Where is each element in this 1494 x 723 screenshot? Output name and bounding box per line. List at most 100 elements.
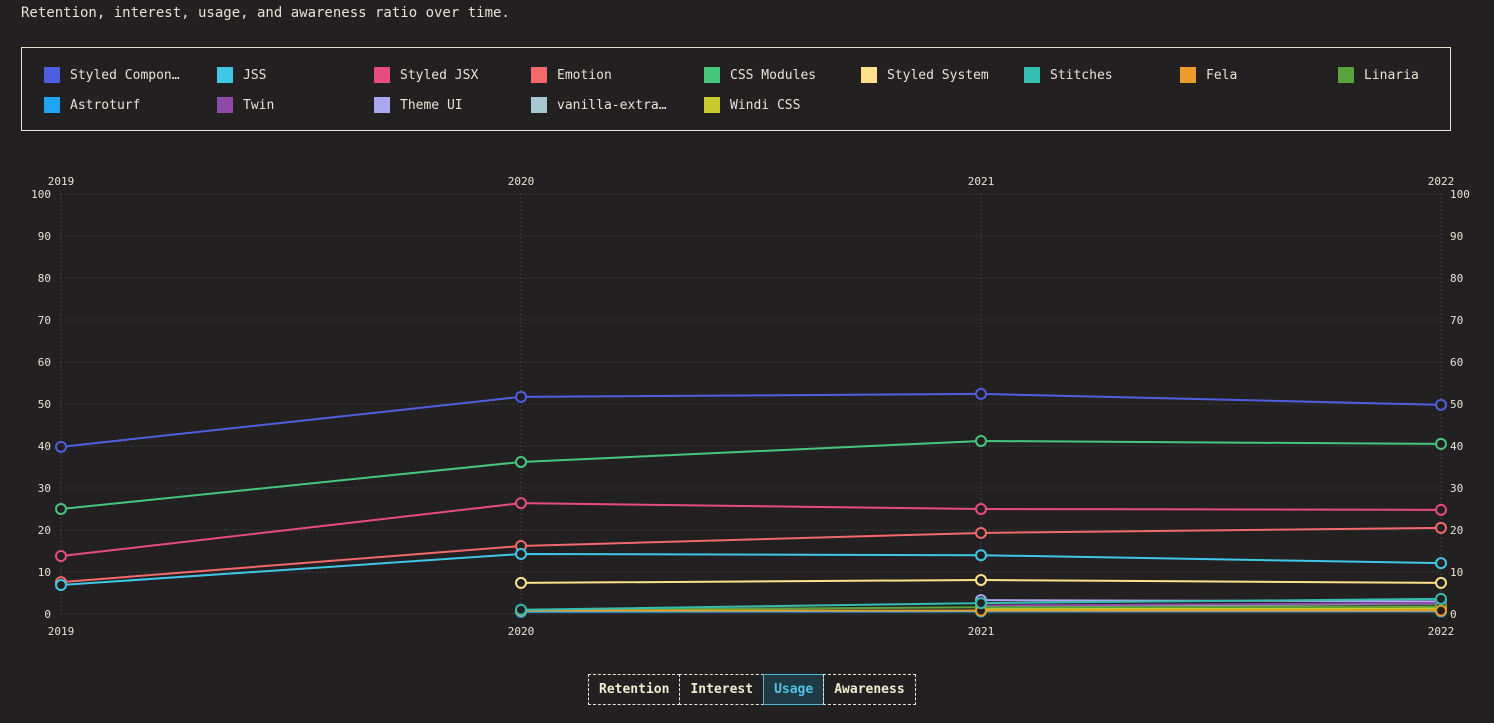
legend-label: Astroturf bbox=[70, 97, 141, 113]
y-tick-label-left: 90 bbox=[38, 230, 51, 243]
y-tick-label-left: 10 bbox=[38, 566, 51, 579]
data-point bbox=[55, 550, 67, 563]
legend-swatch bbox=[704, 97, 720, 113]
legend-item[interactable]: Styled System bbox=[861, 66, 989, 84]
y-tick-label-right: 20 bbox=[1450, 524, 1463, 537]
legend-item[interactable]: Theme UI bbox=[374, 96, 463, 114]
y-tick-label-left: 80 bbox=[38, 272, 51, 285]
tab-interest[interactable]: Interest bbox=[679, 674, 765, 705]
legend-item[interactable]: JSS bbox=[217, 66, 266, 84]
data-point bbox=[975, 503, 987, 515]
legend-swatch bbox=[531, 67, 547, 83]
data-point bbox=[1435, 604, 1447, 617]
y-tick-label-left: 40 bbox=[38, 440, 51, 453]
data-point bbox=[975, 573, 987, 586]
legend: Styled Compon… JSS Styled JSX Emotion CSS Mo… bbox=[21, 47, 1451, 131]
data-point bbox=[55, 579, 67, 592]
legend-item[interactable]: Linaria bbox=[1338, 66, 1419, 84]
data-point bbox=[1435, 557, 1447, 570]
data-point bbox=[55, 503, 67, 515]
data-point bbox=[975, 549, 987, 562]
x-tick-label-bottom: 2020 bbox=[508, 625, 535, 638]
legend-swatch bbox=[1338, 67, 1354, 83]
legend-item[interactable]: Fela bbox=[1180, 66, 1237, 84]
y-tick-label-right: 10 bbox=[1450, 566, 1463, 579]
data-point bbox=[1435, 398, 1447, 411]
data-point bbox=[1435, 592, 1447, 605]
x-tick-label-top: 2019 bbox=[48, 175, 75, 188]
data-point bbox=[975, 526, 987, 539]
legend-swatch bbox=[374, 97, 390, 113]
series-line bbox=[980, 602, 1442, 607]
series-line bbox=[60, 392, 1442, 448]
legend-item[interactable]: Styled JSX bbox=[374, 66, 478, 84]
legend-label: Twin bbox=[243, 97, 275, 113]
y-tick-label-right: 60 bbox=[1450, 356, 1463, 369]
legend-swatch bbox=[217, 67, 233, 83]
tab-retention[interactable]: Retention bbox=[588, 674, 681, 705]
legend-label: vanilla-extra… bbox=[557, 97, 667, 113]
data-point bbox=[975, 434, 987, 447]
data-point bbox=[515, 497, 527, 510]
y-tick-label-right: 70 bbox=[1450, 314, 1463, 327]
legend-label: Windi CSS bbox=[730, 97, 801, 113]
metric-tabs: Retention Interest Usage Awareness bbox=[588, 674, 916, 705]
series-line bbox=[60, 439, 1442, 510]
legend-item[interactable]: Styled Compon… bbox=[44, 66, 180, 84]
line-chart: 0 010 1020 2030 3040 4050 5060 6070 7080 8090 9010… bbox=[31, 175, 1470, 638]
legend-item[interactable]: Astroturf bbox=[44, 96, 140, 114]
legend-swatch bbox=[44, 67, 60, 83]
legend-label: Styled System bbox=[887, 67, 989, 83]
legend-label: Styled JSX bbox=[400, 67, 479, 83]
tab-awareness[interactable]: Awareness bbox=[823, 674, 916, 705]
legend-item[interactable]: Twin bbox=[217, 96, 274, 114]
y-tick-label-left: 20 bbox=[38, 524, 51, 537]
data-point bbox=[1435, 521, 1447, 534]
legend-label: Emotion bbox=[557, 67, 612, 83]
legend-swatch bbox=[531, 97, 547, 113]
data-point bbox=[515, 390, 527, 403]
x-tick-label-bottom: 2022 bbox=[1428, 625, 1455, 638]
legend-item[interactable]: Emotion bbox=[531, 66, 612, 84]
tab-usage[interactable]: Usage bbox=[763, 674, 825, 705]
y-tick-label-left: 0 bbox=[44, 608, 51, 621]
legend-label: Fela bbox=[1206, 67, 1238, 83]
data-point bbox=[515, 603, 527, 616]
y-tick-label-right: 0 bbox=[1450, 608, 1457, 621]
y-tick-label-left: 60 bbox=[38, 356, 51, 369]
legend-swatch bbox=[44, 97, 60, 113]
data-point bbox=[515, 455, 527, 468]
y-tick-label-right: 50 bbox=[1450, 398, 1463, 411]
series-line bbox=[60, 552, 1442, 587]
data-point bbox=[975, 387, 987, 400]
legend-item[interactable]: vanilla-extra… bbox=[531, 96, 667, 114]
chart-subtitle: Retention, interest, usage, and awarenes… bbox=[21, 5, 510, 21]
y-tick-label-left: 70 bbox=[38, 314, 51, 327]
legend-label: Stitches bbox=[1050, 67, 1113, 83]
y-tick-label-right: 40 bbox=[1450, 440, 1463, 453]
data-point bbox=[515, 576, 527, 589]
x-tick-label-top: 2022 bbox=[1428, 175, 1455, 188]
legend-swatch bbox=[1024, 67, 1040, 83]
legend-swatch bbox=[861, 67, 877, 83]
data-point bbox=[55, 440, 67, 453]
y-tick-label-left: 50 bbox=[38, 398, 51, 411]
data-point bbox=[1435, 437, 1447, 450]
legend-item[interactable]: Windi CSS bbox=[704, 96, 800, 114]
legend-label: Theme UI bbox=[400, 97, 463, 113]
x-tick-label-bottom: 2019 bbox=[48, 625, 75, 638]
legend-swatch bbox=[374, 67, 390, 83]
data-point bbox=[1435, 576, 1447, 589]
x-tick-label-bottom: 2021 bbox=[968, 625, 995, 638]
legend-label: Styled Compon… bbox=[70, 67, 180, 83]
legend-swatch bbox=[704, 67, 720, 83]
y-tick-label-right: 100 bbox=[1450, 188, 1470, 201]
legend-label: CSS Modules bbox=[730, 67, 817, 83]
x-tick-label-top: 2021 bbox=[968, 175, 995, 188]
legend-swatch bbox=[217, 97, 233, 113]
legend-item[interactable]: CSS Modules bbox=[704, 66, 816, 84]
legend-swatch bbox=[1180, 67, 1196, 83]
legend-item[interactable]: Stitches bbox=[1024, 66, 1113, 84]
data-point bbox=[1435, 503, 1447, 516]
y-tick-label-left: 30 bbox=[38, 482, 51, 495]
